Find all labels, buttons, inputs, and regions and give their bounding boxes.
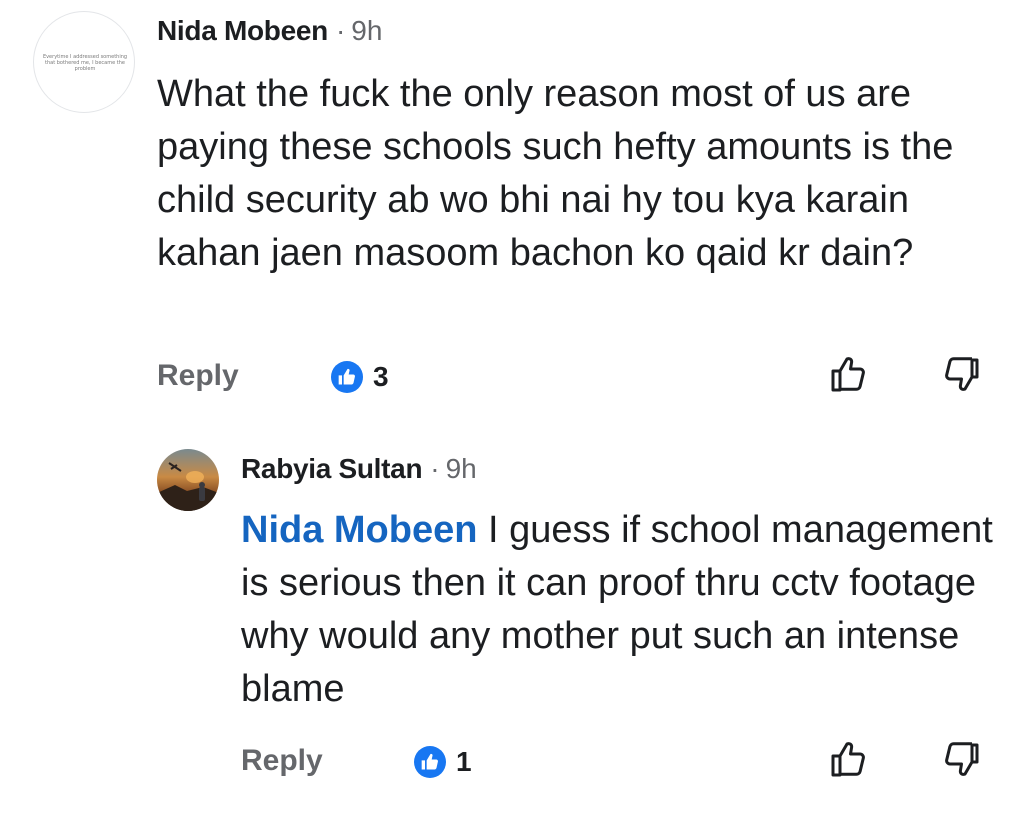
reply-label: Reply — [241, 744, 323, 777]
reaction-summary[interactable]: 3 — [331, 361, 389, 393]
comment-text: Nida Mobeen I guess if school management… — [241, 504, 1011, 716]
thumbs-down-icon[interactable] — [940, 737, 984, 781]
comment-text: What the fuck the only reason most of us… — [157, 73, 954, 274]
reply-comment: Rabyia Sultan · 9h Nida Mobeen I guess if … — [0, 430, 1024, 815]
separator-dot: · — [430, 453, 440, 484]
comment-header: Rabyia Sultan · 9h — [241, 452, 477, 486]
comment-header: Nida Mobeen · 9h — [157, 14, 382, 48]
like-reaction-icon — [331, 361, 363, 393]
timestamp: 9h — [351, 15, 383, 46]
like-reaction-icon — [414, 746, 446, 778]
avatar-image — [157, 449, 219, 511]
mention-link[interactable]: Nida Mobeen — [241, 509, 477, 551]
avatar-caption: Everytime I addressed something that bot… — [42, 54, 128, 72]
thumbs-up-icon[interactable] — [826, 352, 870, 396]
avatar[interactable]: Everytime I addressed something that bot… — [33, 11, 135, 113]
thumbs-down-icon[interactable] — [940, 352, 984, 396]
like-count: 3 — [373, 361, 389, 392]
comment: Everytime I addressed something that bot… — [0, 0, 1024, 420]
author-name[interactable]: Nida Mobeen — [157, 15, 328, 46]
separator-dot: · — [335, 15, 346, 46]
author-name[interactable]: Rabyia Sultan — [241, 453, 423, 484]
reaction-summary[interactable]: 1 — [414, 746, 472, 778]
reply-button[interactable]: Reply — [241, 743, 323, 779]
like-count: 1 — [456, 746, 472, 777]
avatar[interactable] — [157, 449, 219, 511]
reply-button[interactable]: Reply — [157, 358, 239, 394]
thumbs-up-icon[interactable] — [826, 737, 870, 781]
reply-label: Reply — [157, 359, 239, 392]
timestamp: 9h — [445, 453, 477, 484]
